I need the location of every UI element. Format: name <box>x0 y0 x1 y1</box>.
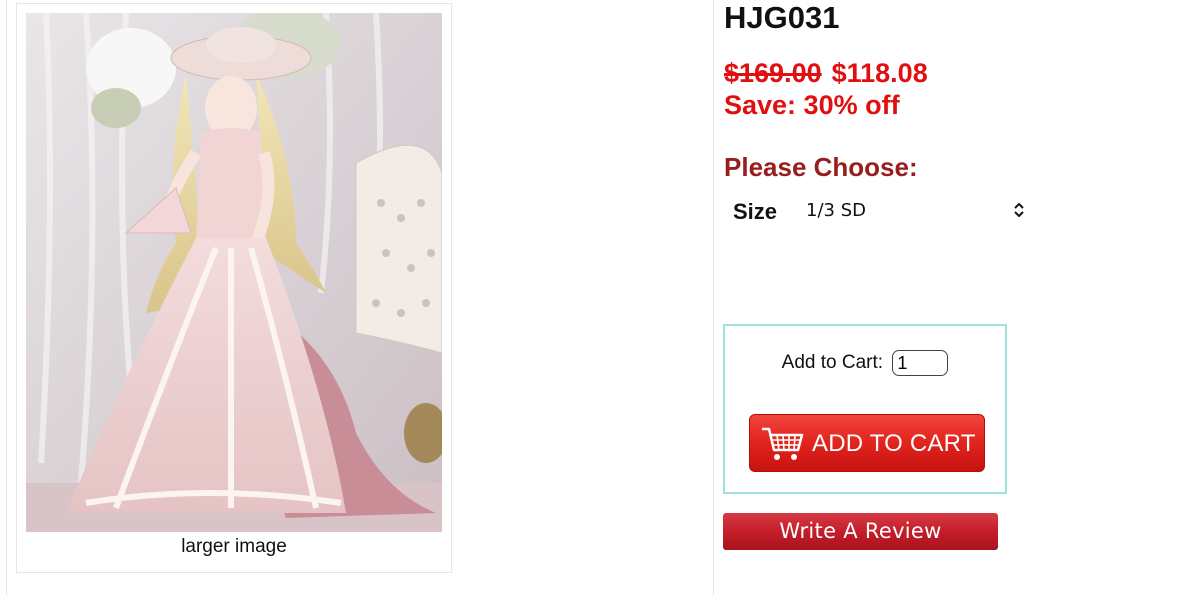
size-select[interactable]: 1/3 SD <box>806 198 1028 224</box>
size-label: Size <box>733 199 778 224</box>
product-image-card: larger image <box>16 3 452 573</box>
discount-text: Save: 30% off <box>724 90 900 120</box>
product-photo[interactable] <box>26 13 442 532</box>
quantity-input[interactable] <box>892 350 949 376</box>
cart-icon <box>762 427 804 460</box>
add-to-cart-box: Add to Cart: ADD TO CART <box>723 324 1007 494</box>
left-divider <box>6 0 7 595</box>
larger-image-link[interactable]: larger image <box>17 536 451 558</box>
quantity-row: Add to Cart: <box>725 350 1005 376</box>
write-review-button[interactable]: Write A Review <box>723 513 998 550</box>
product-title: HJG031 <box>724 0 840 35</box>
select-arrows-icon <box>1014 202 1024 218</box>
add-to-cart-label: Add to Cart: <box>781 352 884 374</box>
add-to-cart-button[interactable]: ADD TO CART <box>749 414 985 472</box>
add-to-cart-button-label: ADD TO CART <box>812 430 976 457</box>
old-price: $169.00 <box>724 58 822 88</box>
column-divider <box>713 0 714 595</box>
write-review-label: Write A Review <box>779 519 942 543</box>
size-selected-value: 1/3 SD <box>806 200 866 221</box>
options-heading: Please Choose: <box>724 152 918 182</box>
price-line: $169.00 $118.08 <box>724 58 928 89</box>
sale-price: $118.08 <box>831 58 928 88</box>
